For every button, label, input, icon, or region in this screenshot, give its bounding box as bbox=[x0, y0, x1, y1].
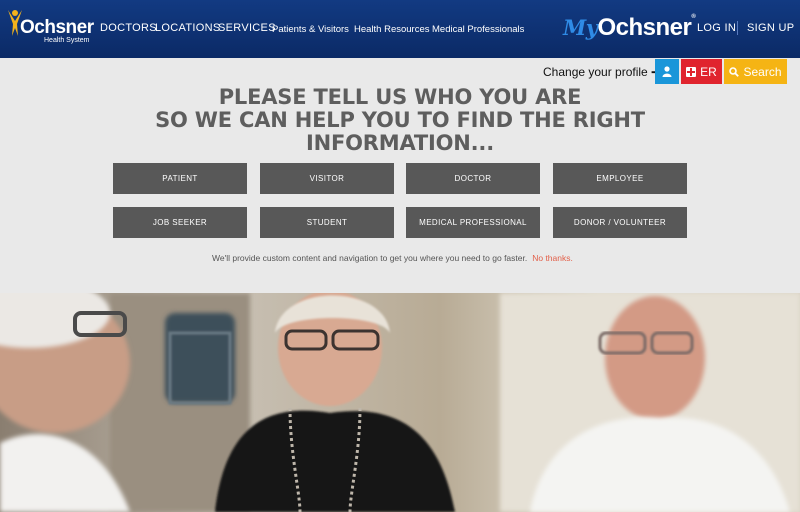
myochsner-logo[interactable]: MyOchsner® bbox=[563, 14, 696, 42]
search-label: Search bbox=[743, 64, 782, 79]
nav-patients-visitors[interactable]: Patients & Visitors bbox=[272, 24, 349, 35]
personalization-note: We'll provide custom content and navigat… bbox=[212, 253, 573, 263]
trademark-mark: ® bbox=[691, 14, 696, 20]
role-employee-button[interactable]: EMPLOYEE bbox=[553, 163, 687, 194]
heading-line-2: SO WE CAN HELP YOU TO FIND THE RIGHT bbox=[155, 108, 645, 132]
signup-link[interactable]: SIGN UP bbox=[747, 22, 794, 34]
myochsner-name: Ochsner bbox=[597, 14, 692, 41]
site-header: Ochsner Health System DOCTORS LOCATIONS … bbox=[0, 0, 800, 58]
change-profile-label: Change your profile bbox=[543, 65, 648, 79]
account-divider bbox=[737, 21, 738, 35]
role-doctor-button[interactable]: DOCTOR bbox=[406, 163, 540, 194]
logo-wordmark: Ochsner bbox=[20, 17, 94, 38]
ochsner-logo[interactable]: Ochsner Health System bbox=[6, 8, 94, 48]
role-visitor-button[interactable]: VISITOR bbox=[260, 163, 394, 194]
search-icon bbox=[729, 66, 740, 77]
user-profile-button[interactable] bbox=[655, 59, 679, 84]
user-icon bbox=[662, 66, 672, 77]
heading-line-3: INFORMATION... bbox=[306, 131, 494, 155]
nav-medical-professionals[interactable]: Medical Professionals bbox=[432, 24, 524, 35]
nav-doctors[interactable]: DOCTORS bbox=[100, 22, 157, 34]
profile-prompt-heading: PLEASE TELL US WHO YOU ARE SO WE CAN HEL… bbox=[150, 86, 650, 155]
er-button[interactable]: ER bbox=[681, 59, 722, 84]
hero-photo bbox=[0, 293, 800, 512]
myochsner-prefix: My bbox=[563, 15, 598, 40]
role-job-seeker-button[interactable]: JOB SEEKER bbox=[113, 207, 247, 238]
change-profile-link[interactable]: Change your profile ➔ bbox=[543, 65, 661, 79]
nav-services[interactable]: SERVICES bbox=[218, 22, 276, 34]
medical-cross-icon bbox=[686, 66, 697, 77]
role-student-button[interactable]: STUDENT bbox=[260, 207, 394, 238]
login-link[interactable]: LOG IN bbox=[697, 22, 736, 34]
nav-locations[interactable]: LOCATIONS bbox=[155, 22, 220, 34]
role-patient-button[interactable]: PATIENT bbox=[113, 163, 247, 194]
role-donor-volunteer-button[interactable]: DONOR / VOLUNTEER bbox=[553, 207, 687, 238]
no-thanks-link[interactable]: No thanks. bbox=[532, 253, 573, 263]
note-text: We'll provide custom content and navigat… bbox=[212, 253, 528, 263]
er-label: ER bbox=[700, 64, 717, 79]
logo-subtitle: Health System bbox=[44, 37, 90, 44]
role-medical-professional-button[interactable]: MEDICAL PROFESSIONAL bbox=[406, 207, 540, 238]
heading-line-1: PLEASE TELL US WHO YOU ARE bbox=[218, 85, 582, 109]
hero-people-illustration bbox=[0, 293, 800, 512]
search-button[interactable]: Search bbox=[724, 59, 787, 84]
nav-health-resources[interactable]: Health Resources bbox=[354, 24, 430, 35]
